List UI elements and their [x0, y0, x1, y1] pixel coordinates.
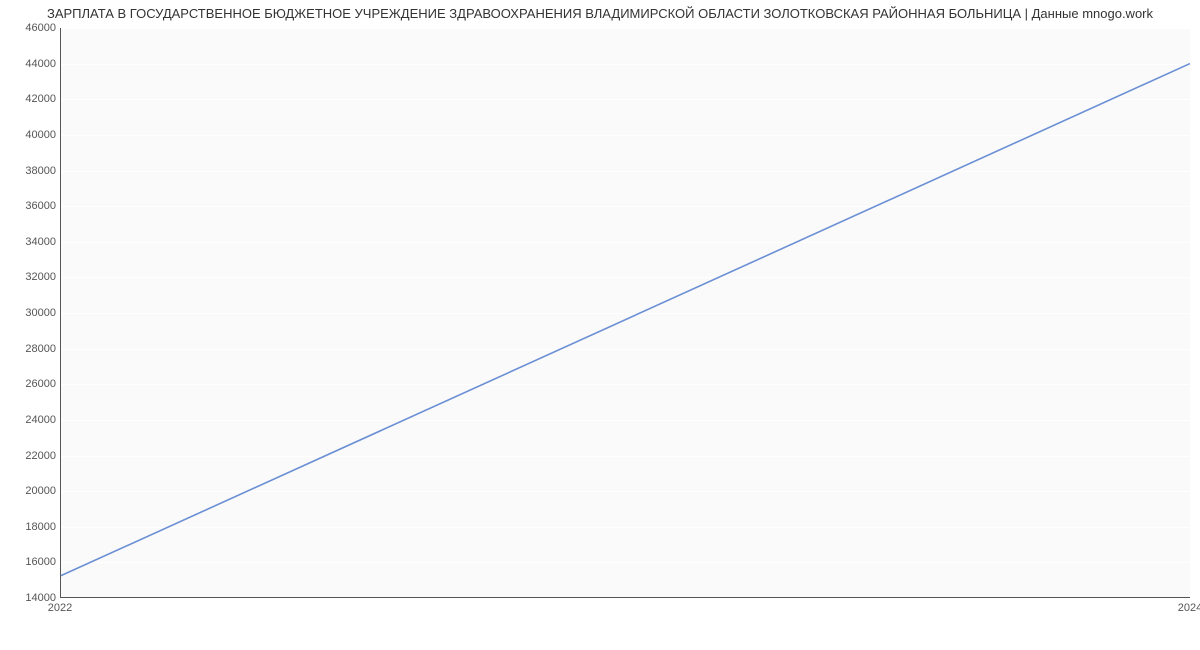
y-tick-label: 34000 [25, 236, 56, 248]
y-tick-label: 40000 [25, 129, 56, 141]
y-tick-label: 36000 [25, 200, 56, 212]
y-tick-label: 28000 [25, 343, 56, 355]
y-tick-label: 30000 [25, 307, 56, 319]
y-tick-label: 20000 [25, 485, 56, 497]
grid-line [61, 598, 1190, 599]
chart-title: ЗАРПЛАТА В ГОСУДАРСТВЕННОЕ БЮДЖЕТНОЕ УЧР… [0, 6, 1200, 21]
y-tick-label: 18000 [25, 521, 56, 533]
plot-area [60, 28, 1190, 598]
y-tick-label: 26000 [25, 378, 56, 390]
y-tick-label: 38000 [25, 165, 56, 177]
y-tick-label: 22000 [25, 450, 56, 462]
y-tick-label: 42000 [25, 93, 56, 105]
x-tick-label: 2022 [48, 602, 72, 614]
y-tick-label: 44000 [25, 58, 56, 70]
y-tick-label: 32000 [25, 271, 56, 283]
y-tick-label: 46000 [25, 22, 56, 34]
y-tick-label: 24000 [25, 414, 56, 426]
x-tick-label: 2024 [1178, 602, 1200, 614]
y-tick-label: 16000 [25, 556, 56, 568]
line-series [61, 28, 1190, 597]
